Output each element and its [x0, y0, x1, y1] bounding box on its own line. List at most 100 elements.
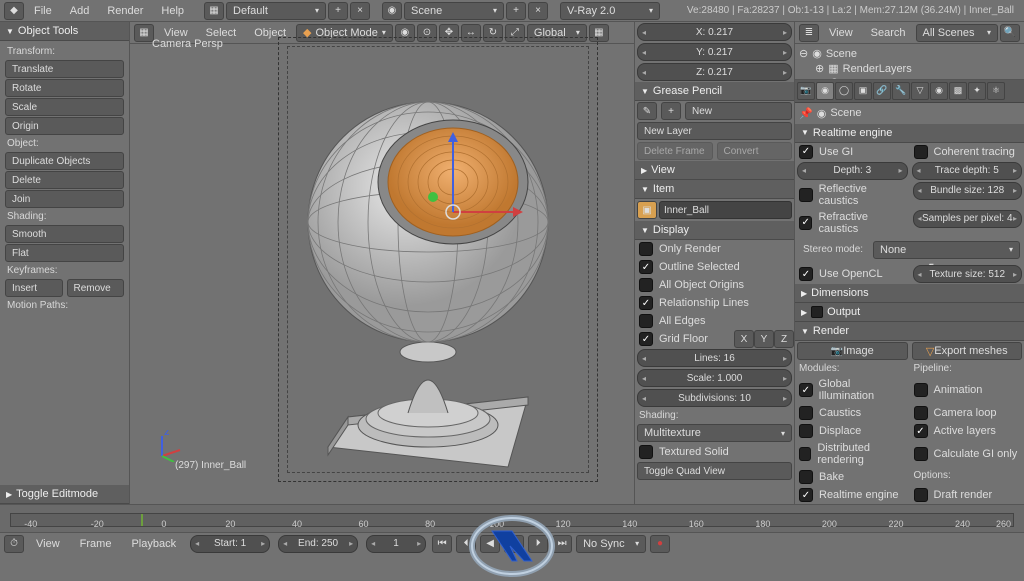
gp-add-icon[interactable]: +: [661, 102, 681, 120]
translate-button[interactable]: Translate: [5, 60, 124, 78]
remove-keyframe-button[interactable]: Remove: [67, 279, 125, 297]
tab-world[interactable]: ◯: [835, 82, 853, 100]
display-panel-header[interactable]: Display: [635, 221, 794, 240]
toggle-editmode-panel[interactable]: Toggle Editmode: [0, 485, 129, 504]
tab-object[interactable]: ▣: [854, 82, 872, 100]
join-button[interactable]: Join: [5, 190, 124, 208]
duplicate-button[interactable]: Duplicate Objects: [5, 152, 124, 170]
outliner-view-menu[interactable]: View: [821, 24, 861, 42]
grid-subdivisions[interactable]: Subdivisions: 10: [637, 389, 792, 407]
tab-data[interactable]: ▽: [911, 82, 929, 100]
outliner-filter-dropdown[interactable]: All Scenes: [916, 24, 998, 42]
tab-material[interactable]: ◉: [930, 82, 948, 100]
render-image-button[interactable]: 📷 Image: [797, 342, 908, 360]
delete-button[interactable]: Delete: [5, 171, 124, 189]
tree-renderlayers[interactable]: ⊕▦RenderLayers: [799, 61, 1020, 76]
draft-render-check[interactable]: Draft render: [910, 486, 1024, 504]
bake-check[interactable]: Bake: [795, 468, 910, 486]
3d-viewport[interactable]: Camera Persp: [140, 32, 624, 474]
menu-file[interactable]: File: [26, 2, 60, 20]
all-edges-check[interactable]: All Edges: [635, 312, 794, 330]
timeline-editor-icon[interactable]: ⏱: [4, 535, 24, 553]
scene-icon[interactable]: ◉: [382, 2, 402, 20]
textured-solid-check[interactable]: Textured Solid: [635, 443, 794, 461]
timeline-view-menu[interactable]: View: [28, 535, 68, 553]
pin-icon[interactable]: 📌: [799, 107, 813, 120]
blender-icon[interactable]: ◆: [4, 2, 24, 20]
gi-check[interactable]: Global Illumination: [795, 376, 910, 404]
output-header[interactable]: Output: [795, 303, 1024, 322]
timeline-frame-menu[interactable]: Frame: [72, 535, 120, 553]
scene-dropdown[interactable]: Scene: [404, 2, 504, 20]
relationship-lines-check[interactable]: Relationship Lines: [635, 294, 794, 312]
use-opencl-check[interactable]: Use OpenCL: [795, 264, 911, 284]
outliner-search-menu[interactable]: Search: [863, 24, 914, 42]
tab-render[interactable]: 📷: [797, 82, 815, 100]
use-gi-check[interactable]: Use GI: [795, 143, 910, 161]
jump-end-icon[interactable]: ⏭: [552, 535, 572, 553]
screen-layout-icon[interactable]: ▦: [204, 2, 224, 20]
tab-modifiers[interactable]: 🔧: [892, 82, 910, 100]
refractive-caustics-check[interactable]: Refractive caustics: [795, 209, 911, 237]
bundle-size[interactable]: Bundle size: 128: [913, 182, 1023, 200]
object-tools-panel-header[interactable]: Object Tools: [0, 22, 129, 41]
play-reverse-icon[interactable]: ◀: [480, 535, 500, 553]
menu-help[interactable]: Help: [153, 2, 192, 20]
grid-z-button[interactable]: Z: [774, 330, 794, 348]
only-render-check[interactable]: Only Render: [635, 240, 794, 258]
menu-add[interactable]: Add: [62, 2, 98, 20]
gp-new-layer-button[interactable]: New Layer: [637, 122, 792, 140]
animation-check[interactable]: Animation: [910, 376, 1024, 404]
prev-frame-icon[interactable]: ⏴: [456, 535, 476, 553]
gp-convert-button[interactable]: Convert: [717, 142, 793, 160]
play-icon[interactable]: ▶: [504, 535, 524, 553]
outliner-search-icon[interactable]: 🔍: [1000, 24, 1020, 42]
item-panel-header[interactable]: Item: [635, 180, 794, 199]
insert-keyframe-button[interactable]: Insert: [5, 279, 63, 297]
grid-y-button[interactable]: Y: [754, 330, 774, 348]
outline-selected-check[interactable]: Outline Selected: [635, 258, 794, 276]
tab-scene[interactable]: ◉: [816, 82, 834, 100]
current-frame[interactable]: 1: [366, 535, 426, 553]
stereo-mode-dropdown[interactable]: None: [873, 241, 1020, 259]
menu-render[interactable]: Render: [99, 2, 151, 20]
add-layout-button[interactable]: +: [328, 2, 348, 20]
camera-loop-check[interactable]: Camera loop: [910, 404, 1024, 422]
gp-new-button[interactable]: New: [685, 102, 792, 120]
grid-scale[interactable]: Scale: 1.000: [637, 369, 792, 387]
trace-depth[interactable]: Trace depth: 5: [912, 162, 1023, 180]
samples-per-pixel[interactable]: Samples per pixel: 4: [913, 210, 1023, 228]
all-origins-check[interactable]: All Object Origins: [635, 276, 794, 294]
active-layers-check[interactable]: Active layers: [910, 422, 1024, 440]
calc-gi-check[interactable]: Calculate GI only: [910, 440, 1024, 468]
tab-physics[interactable]: ⚛: [987, 82, 1005, 100]
item-name-field[interactable]: Inner_Ball: [659, 201, 792, 219]
origin-button[interactable]: Origin: [5, 117, 124, 135]
gi-depth[interactable]: Depth: 3: [797, 162, 908, 180]
toggle-quad-view-button[interactable]: Toggle Quad View: [637, 462, 792, 480]
tab-particles[interactable]: ✦: [968, 82, 986, 100]
timeline-playback-menu[interactable]: Playback: [123, 535, 184, 553]
distributed-check[interactable]: Distributed rendering: [795, 440, 910, 468]
tab-texture[interactable]: ▩: [949, 82, 967, 100]
export-meshes-button[interactable]: ▽ Export meshes: [912, 342, 1023, 360]
flat-button[interactable]: Flat: [5, 244, 124, 262]
timeline[interactable]: -40 -20 0 20 40 60 80 100 120 140 160 18…: [0, 504, 1024, 532]
gp-draw-icon[interactable]: ✎: [637, 102, 657, 120]
texture-size[interactable]: Texture size: 512: [913, 265, 1023, 283]
render-panel-header[interactable]: Render: [795, 322, 1024, 341]
smooth-button[interactable]: Smooth: [5, 225, 124, 243]
jump-start-icon[interactable]: ⏮: [432, 535, 452, 553]
rotate-button[interactable]: Rotate: [5, 79, 124, 97]
realtime-engine-header[interactable]: Realtime engine: [795, 124, 1024, 143]
reflective-caustics-check[interactable]: Reflective caustics: [795, 181, 911, 209]
grid-x-button[interactable]: X: [734, 330, 754, 348]
view-panel-header[interactable]: View: [635, 161, 794, 180]
grid-floor-check[interactable]: Grid Floor: [635, 330, 734, 348]
end-frame[interactable]: End: 250: [278, 535, 358, 553]
shading-mode-dropdown[interactable]: Multitexture: [637, 424, 792, 442]
displace-check[interactable]: Displace: [795, 422, 910, 440]
start-frame[interactable]: Start: 1: [190, 535, 270, 553]
render-engine-dropdown[interactable]: V-Ray 2.0: [560, 2, 660, 20]
remove-scene-button[interactable]: ×: [528, 2, 548, 20]
